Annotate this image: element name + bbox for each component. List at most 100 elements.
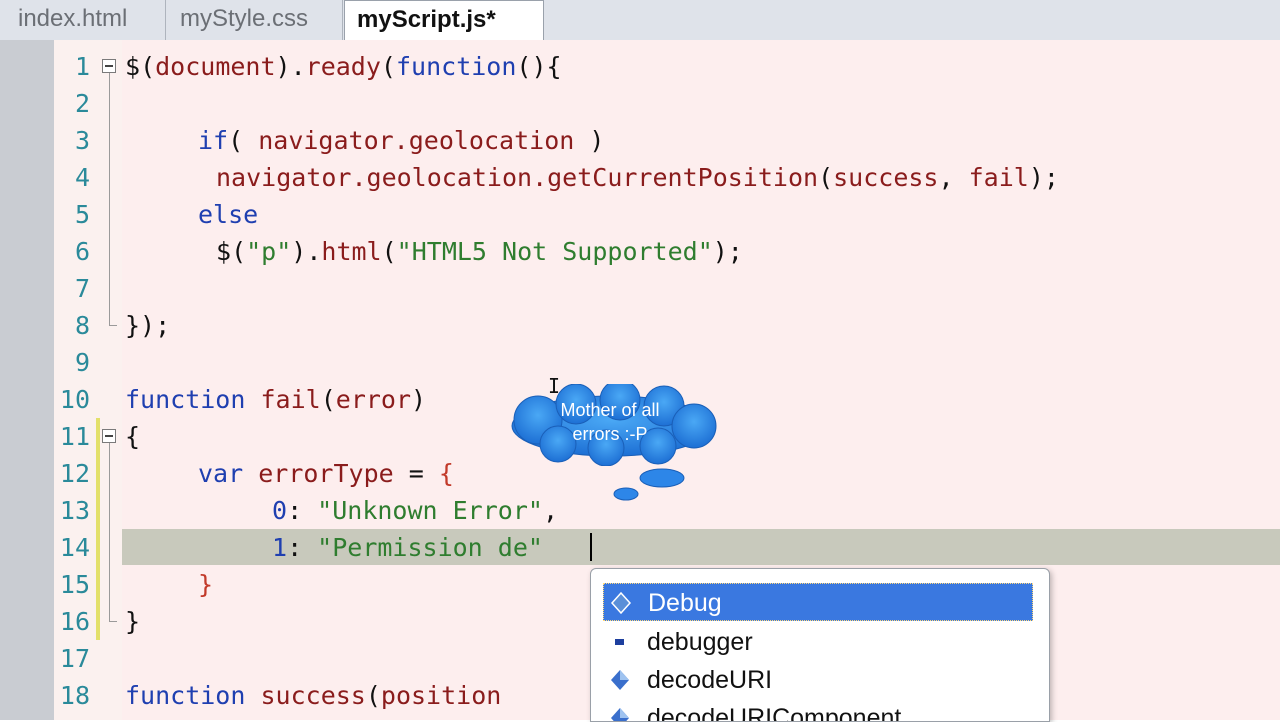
method-icon	[611, 670, 629, 690]
code-line-16: }	[125, 603, 140, 640]
code-line-5: else	[198, 196, 258, 233]
token: (	[228, 126, 259, 155]
line-number: 3	[74, 126, 90, 155]
tab-mystyle-css[interactable]: myStyle.css	[168, 0, 343, 40]
token: )	[411, 385, 427, 414]
autocomplete-item-debugger[interactable]: debugger	[603, 623, 1033, 661]
line-number: 12	[59, 459, 90, 488]
token: (){	[516, 52, 562, 81]
token: 1	[272, 533, 288, 562]
token: (	[380, 52, 396, 81]
autocomplete-label: debugger	[647, 628, 753, 656]
code-line-6: $("p").html("HTML5 Not Supported");	[216, 233, 743, 270]
code-line-12: var errorType = {	[198, 455, 454, 492]
tab-bar: index.html myStyle.css myScript.js*	[0, 0, 1280, 41]
token: }	[198, 570, 214, 599]
token: "Permission de	[317, 533, 528, 562]
autocomplete-popup: Debug debugger decodeURI decodeURICompon…	[590, 568, 1050, 722]
token: position	[380, 681, 502, 710]
token: (	[231, 237, 247, 266]
text-caret	[590, 533, 592, 561]
token: (	[818, 163, 834, 192]
line-number: 7	[74, 274, 90, 303]
token: errorType	[258, 459, 394, 488]
code-line-8: });	[125, 307, 170, 344]
autocomplete-item-decodeuricomponent[interactable]: decodeURIComponent	[603, 699, 1033, 721]
token: );	[1028, 163, 1059, 192]
line-number: 14	[59, 533, 90, 562]
autocomplete-item-decodeuri[interactable]: decodeURI	[603, 661, 1033, 699]
fold-end-marker	[109, 325, 117, 326]
line-number: 10	[59, 385, 90, 414]
fold-end-marker	[109, 621, 117, 622]
token: fail	[260, 385, 321, 414]
token: :	[287, 496, 318, 525]
token: "Unknown Error"	[317, 496, 543, 525]
line-number: 15	[59, 570, 90, 599]
object-icon	[610, 592, 632, 614]
token: 0	[272, 496, 288, 525]
code-line-11: {	[125, 418, 140, 455]
token: ).	[275, 52, 306, 81]
token: success	[260, 681, 366, 710]
tab-myscript-js[interactable]: myScript.js*	[344, 0, 544, 41]
autocomplete-label: Debug	[648, 589, 722, 617]
token: function	[125, 385, 246, 414]
keyword-icon	[615, 639, 624, 645]
fold-guide	[109, 73, 110, 325]
token: function	[395, 52, 517, 81]
code-line-15: }	[198, 566, 213, 603]
line-number: 17	[59, 644, 90, 673]
token: (	[381, 237, 397, 266]
token: ,	[938, 163, 969, 192]
line-number: 9	[74, 348, 90, 377]
line-number: 11	[59, 422, 90, 451]
token: $	[125, 52, 141, 81]
fold-guide	[109, 443, 110, 621]
token: html	[321, 237, 382, 266]
token: ).	[291, 237, 322, 266]
token: });	[125, 311, 171, 340]
tab-index-html[interactable]: index.html	[6, 0, 166, 40]
code-line-10: function fail(error)	[125, 381, 426, 418]
token: fail	[968, 163, 1029, 192]
change-marker	[96, 418, 100, 640]
cloud-tail-icon	[613, 468, 685, 501]
token: "HTML5 Not Supported"	[396, 237, 713, 266]
token: "p"	[246, 237, 292, 266]
line-number: 4	[74, 163, 90, 192]
code-line-1: $(document).ready(function(){	[125, 48, 562, 85]
token: else	[198, 200, 259, 229]
fold-toggle-icon[interactable]	[102, 429, 116, 443]
token: if	[198, 126, 229, 155]
line-number: 2	[74, 89, 90, 118]
code-line-14: 1: "Permission de"	[272, 529, 543, 566]
token: var	[198, 459, 244, 488]
token: {	[438, 459, 454, 488]
line-number: 1	[74, 52, 90, 81]
code-line-4: navigator.geolocation.getCurrentPosition…	[216, 159, 1059, 196]
token: ,	[542, 496, 559, 525]
fold-toggle-icon[interactable]	[102, 59, 116, 73]
code-line-3: if( navigator.geolocation )	[198, 122, 604, 159]
token: );	[712, 237, 743, 266]
autocomplete-item-debug[interactable]: Debug	[603, 583, 1033, 621]
line-number: 13	[59, 496, 90, 525]
token: }	[125, 607, 141, 636]
annotation-line: Mother of all	[560, 400, 660, 420]
line-number: 18	[59, 681, 90, 710]
annotation-text: Mother of all errors :-P	[530, 398, 690, 446]
editor-margin	[0, 40, 55, 720]
token: )	[574, 126, 605, 155]
token: (	[320, 385, 336, 414]
autocomplete-label: decodeURI	[647, 666, 773, 694]
code-line-18: function success(position	[125, 677, 501, 714]
annotation-line: errors :-P	[572, 424, 648, 444]
token: success	[833, 163, 939, 192]
line-number: 6	[74, 237, 90, 266]
token: :	[287, 533, 318, 562]
token: error	[335, 385, 412, 414]
